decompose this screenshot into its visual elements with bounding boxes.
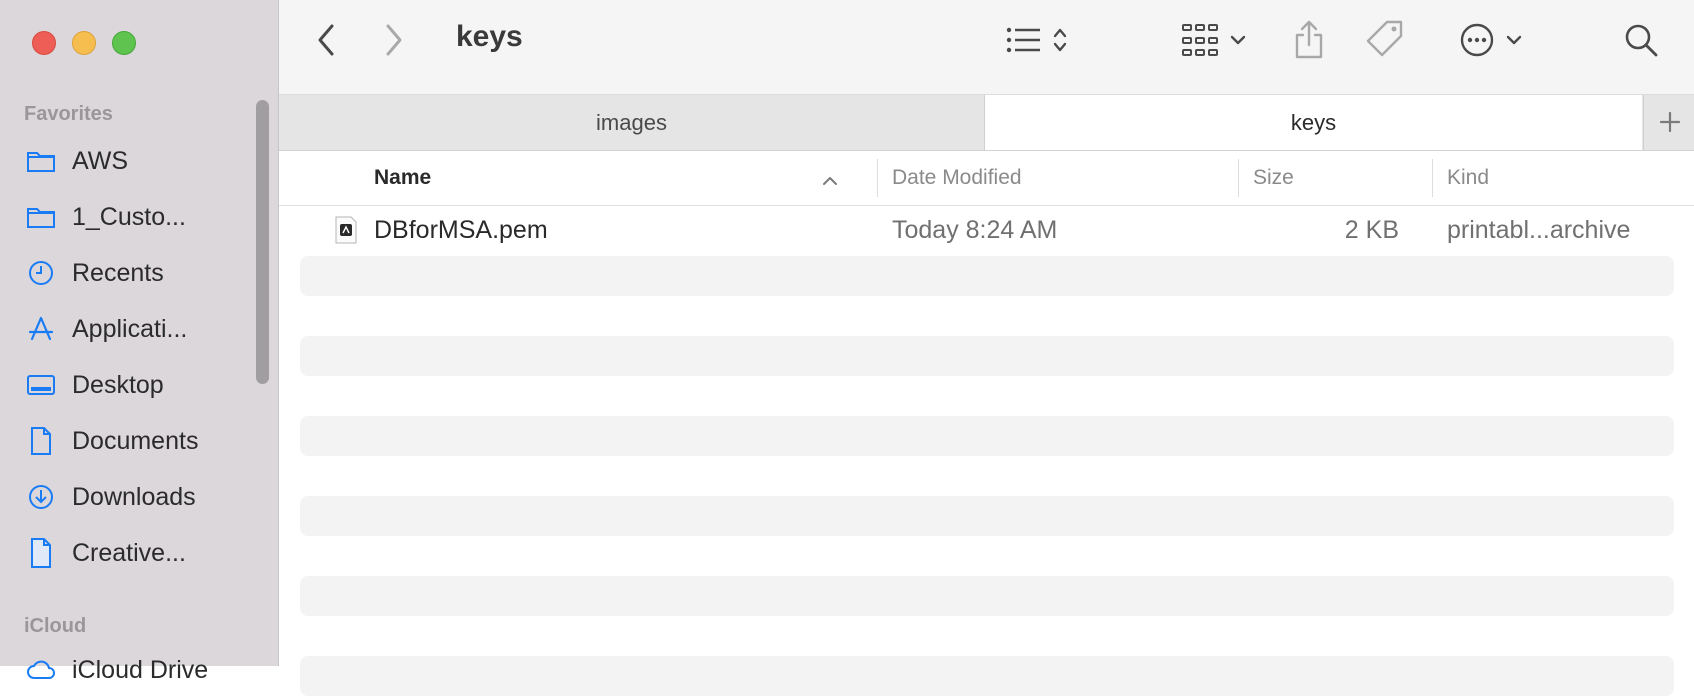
cloud-icon bbox=[24, 653, 58, 687]
sidebar-item-desktop[interactable]: Desktop bbox=[24, 363, 254, 407]
folder-icon bbox=[24, 200, 58, 234]
column-divider[interactable] bbox=[1238, 159, 1239, 197]
more-actions-button[interactable] bbox=[1451, 22, 1531, 62]
sidebar-section-icloud: iCloud bbox=[24, 615, 87, 637]
sidebar-item-1-custo[interactable]: 1_Custo... bbox=[24, 195, 254, 239]
empty-row-stripe bbox=[300, 656, 1674, 696]
sidebar-item-label: iCloud Drive bbox=[72, 655, 209, 684]
tags-button[interactable] bbox=[1362, 18, 1408, 64]
grid-view-icon bbox=[1181, 23, 1219, 62]
column-header-size[interactable]: Size bbox=[1253, 151, 1413, 205]
file-date-modified: Today 8:24 AM bbox=[892, 216, 1058, 244]
column-header-name[interactable]: Name bbox=[374, 151, 839, 205]
sidebar-item-recents[interactable]: Recents bbox=[24, 251, 254, 295]
column-divider[interactable] bbox=[877, 159, 878, 197]
file-size: 2 KB bbox=[1344, 216, 1399, 244]
document-icon bbox=[24, 424, 58, 458]
sidebar-item-label: Recents bbox=[72, 258, 164, 287]
column-header-row: Name Date Modified Size Kind bbox=[279, 151, 1694, 206]
tab-label: keys bbox=[1290, 109, 1337, 135]
view-mode-button[interactable] bbox=[997, 22, 1077, 62]
sidebar-item-label: Creative... bbox=[72, 538, 186, 567]
close-window-button[interactable] bbox=[32, 31, 56, 55]
sidebar-item-documents[interactable]: Documents bbox=[24, 419, 254, 463]
group-button[interactable] bbox=[1174, 22, 1254, 62]
column-header-kind[interactable]: Kind bbox=[1447, 151, 1677, 205]
sidebar-item-aws[interactable]: AWS bbox=[24, 139, 254, 183]
search-icon bbox=[1623, 22, 1659, 63]
tag-icon bbox=[1365, 19, 1405, 64]
chevron-left-icon bbox=[316, 23, 336, 62]
certificate-file-icon bbox=[334, 216, 358, 249]
plus-icon bbox=[1659, 104, 1681, 141]
new-tab-button[interactable] bbox=[1643, 95, 1694, 150]
sidebar-item-icloud-drive[interactable]: iCloud Drive bbox=[24, 648, 254, 692]
file-name: DBforMSA.pem bbox=[374, 216, 548, 244]
empty-row-stripe bbox=[300, 336, 1674, 376]
file-list: DBforMSA.pem Today 8:24 AM 2 KB printabl… bbox=[279, 206, 1694, 696]
tab-images[interactable]: images bbox=[279, 95, 985, 150]
updown-chevron-icon bbox=[1052, 25, 1068, 60]
folder-icon bbox=[24, 144, 58, 178]
empty-row-stripe bbox=[300, 576, 1674, 616]
file-icon bbox=[24, 536, 58, 570]
ellipsis-circle-icon bbox=[1459, 22, 1495, 63]
sidebar-section-favorites: Favorites bbox=[24, 103, 113, 125]
sidebar-item-label: Desktop bbox=[72, 370, 164, 399]
forward-button[interactable] bbox=[377, 22, 411, 62]
sidebar-item-label: AWS bbox=[72, 146, 129, 175]
window-title: keys bbox=[456, 20, 523, 53]
sort-ascending-icon bbox=[821, 169, 839, 193]
share-icon bbox=[1293, 19, 1325, 64]
column-header-label: Kind bbox=[1447, 166, 1490, 189]
file-kind: printabl...archive bbox=[1447, 216, 1631, 244]
sidebar-scrollbar[interactable] bbox=[256, 100, 269, 384]
share-button[interactable] bbox=[1287, 18, 1331, 64]
sidebar-item-creative[interactable]: Creative... bbox=[24, 531, 254, 575]
tab-label: images bbox=[596, 109, 667, 135]
empty-row-stripe bbox=[300, 256, 1674, 296]
empty-row-stripe bbox=[300, 496, 1674, 536]
toolbar: keys bbox=[279, 0, 1694, 95]
search-button[interactable] bbox=[1619, 20, 1663, 64]
sidebar-item-label: 1_Custo... bbox=[72, 202, 186, 231]
tab-keys[interactable]: keys bbox=[985, 95, 1642, 150]
tab-bar: images keys bbox=[279, 95, 1694, 151]
sidebar-item-label: Applicati... bbox=[72, 314, 188, 343]
clock-icon bbox=[24, 256, 58, 290]
desktop-icon bbox=[24, 368, 58, 402]
column-header-date-modified[interactable]: Date Modified bbox=[892, 151, 1192, 205]
column-header-label: Size bbox=[1253, 166, 1294, 189]
sidebar-item-label: Documents bbox=[72, 426, 199, 455]
table-row[interactable]: DBforMSA.pem Today 8:24 AM 2 KB printabl… bbox=[279, 206, 1694, 256]
sidebar-item-label: Downloads bbox=[72, 482, 196, 511]
maximize-window-button[interactable] bbox=[112, 31, 136, 55]
empty-row-stripe bbox=[300, 416, 1674, 456]
sidebar-item-applications[interactable]: Applicati... bbox=[24, 307, 254, 351]
column-divider[interactable] bbox=[1432, 159, 1433, 197]
list-view-icon bbox=[1006, 25, 1042, 60]
applications-icon bbox=[24, 312, 58, 346]
back-button[interactable] bbox=[309, 22, 343, 62]
chevron-down-icon bbox=[1229, 33, 1247, 51]
sidebar-item-downloads[interactable]: Downloads bbox=[24, 475, 254, 519]
column-header-label: Name bbox=[374, 166, 432, 189]
chevron-right-icon bbox=[384, 23, 404, 62]
minimize-window-button[interactable] bbox=[72, 31, 96, 55]
download-icon bbox=[24, 480, 58, 514]
column-header-label: Date Modified bbox=[892, 166, 1022, 189]
sidebar: Favorites AWS 1_Custo... Recents Applica… bbox=[0, 0, 279, 684]
chevron-down-icon bbox=[1505, 33, 1523, 51]
